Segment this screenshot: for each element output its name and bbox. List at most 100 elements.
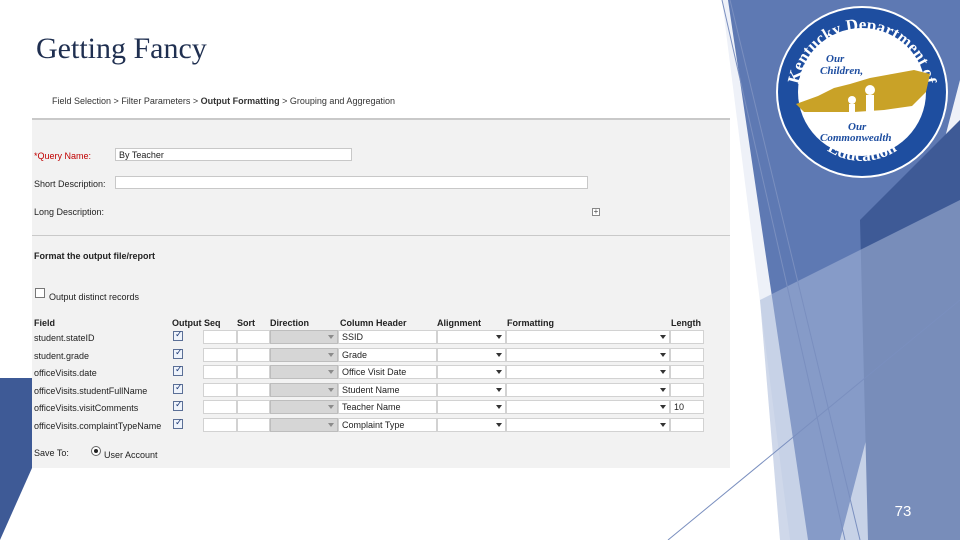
seq-input[interactable] [203,400,237,415]
direction-select[interactable] [270,365,338,380]
column-header-input[interactable]: Student Name [338,382,437,397]
sort-input[interactable] [237,347,270,362]
column-head-length: Length [671,318,701,328]
alignment-select[interactable] [437,400,506,415]
chevron-down-icon [660,370,666,375]
length-input[interactable] [670,330,704,344]
column-head-output: Output [172,318,202,328]
breadcrumb-filter-parameters[interactable]: Filter Parameters > [121,96,198,106]
seal-center-line-4: Commonwealth [820,132,892,144]
alignment-select[interactable] [437,365,506,380]
table-row: officeVisits.date Office Visit Date [32,364,730,381]
query-name-label: *Query Name: [34,151,91,161]
chevron-down-icon [496,423,502,427]
length-input[interactable]: 10 [670,400,704,415]
table-row: officeVisits.complaintTypeName Complaint … [32,417,730,434]
decor-panel-soft [760,200,960,540]
breadcrumb-field-selection[interactable]: Field Selection > [52,96,119,106]
breadcrumb-output-formatting: Output Formatting [200,96,280,106]
chevron-down-icon [660,423,666,427]
seq-input[interactable] [203,382,237,397]
long-description-label: Long Description: [34,207,105,217]
column-head-direction: Direction [270,318,310,328]
chevron-down-icon [328,335,334,339]
length-input[interactable] [670,382,704,397]
seq-input[interactable] [203,365,237,380]
column-header-input[interactable]: SSID [338,330,437,344]
chevron-down-icon [496,352,502,357]
chevron-down-icon [328,370,334,375]
formatting-select[interactable] [506,418,670,432]
column-header-input[interactable]: Complaint Type [338,418,437,432]
column-header-input[interactable]: Grade [338,347,437,362]
output-distinct-label: Output distinct records [49,292,140,302]
formatting-select[interactable] [506,382,670,397]
column-head-seq: Seq [204,318,221,328]
alignment-select[interactable] [437,382,506,397]
seq-input[interactable] [203,418,237,432]
chevron-down-icon [496,405,502,410]
seq-input[interactable] [203,330,237,344]
length-input[interactable] [670,418,704,432]
direction-select[interactable] [270,330,338,344]
seal-center-line-2: Children, [820,65,863,77]
alignment-select[interactable] [437,347,506,362]
direction-select[interactable] [270,382,338,397]
decor-left-tab [0,378,32,540]
sort-input[interactable] [237,418,270,432]
chevron-down-icon [496,335,502,339]
formatting-select[interactable] [506,365,670,380]
table-row: officeVisits.studentFullName Student Name [32,382,730,399]
formatting-select[interactable] [506,330,670,344]
column-header-input[interactable]: Office Visit Date [338,365,437,380]
formatting-select[interactable] [506,400,670,415]
direction-select[interactable] [270,347,338,362]
column-head-alignment: Alignment [437,318,481,328]
table-row: student.grade Grade [32,347,730,364]
column-header-input[interactable]: Teacher Name [338,400,437,415]
output-distinct-checkbox[interactable] [35,288,45,298]
short-description-input[interactable] [115,176,588,189]
direction-select[interactable] [270,418,338,432]
chevron-down-icon [660,352,666,357]
field-name: officeVisits.complaintTypeName [34,421,162,431]
alignment-select[interactable] [437,418,506,432]
length-input[interactable] [670,347,704,362]
sort-input[interactable] [237,382,270,397]
chevron-down-icon [496,387,502,392]
chevron-down-icon [660,405,666,410]
slide-title: Getting Fancy [36,32,207,65]
output-checkbox[interactable] [173,364,183,377]
direction-select[interactable] [270,400,338,415]
divider-top [32,118,730,120]
seq-input[interactable] [203,347,237,362]
length-input[interactable] [670,365,704,380]
output-checkbox[interactable] [173,347,183,359]
output-checkbox[interactable] [173,382,183,394]
formatting-select[interactable] [506,347,670,362]
query-name-input[interactable] [115,148,352,161]
output-checkbox[interactable] [173,417,183,429]
format-section-title: Format the output file/report [34,251,155,261]
alignment-select[interactable] [437,330,506,344]
output-checkbox[interactable] [173,329,183,341]
breadcrumb-grouping-aggregation[interactable]: Grouping and Aggregation [290,96,395,106]
seal-center-line-1: Our [826,53,845,65]
ad-hoc-query-screenshot: Field Selection > Filter Parameters > Ou… [32,89,730,468]
field-name: officeVisits.date [34,368,97,379]
wizard-breadcrumb: Field Selection > Filter Parameters > Ou… [52,96,395,106]
sort-input[interactable] [237,330,270,344]
chevron-down-icon [496,370,502,375]
page-number: 73 [894,503,912,520]
field-name: officeVisits.studentFullName [34,385,148,396]
user-account-radio[interactable] [91,446,101,456]
sort-input[interactable] [237,400,270,415]
chevron-down-icon [328,423,334,427]
expand-long-description-button[interactable]: + [592,208,600,216]
chevron-down-icon [328,352,334,357]
output-checkbox[interactable] [173,399,183,412]
query-name-label-text: Query Name: [37,151,92,161]
column-head-field: Field [34,318,56,328]
sort-input[interactable] [237,365,270,380]
breadcrumb-separator: > [282,96,288,106]
